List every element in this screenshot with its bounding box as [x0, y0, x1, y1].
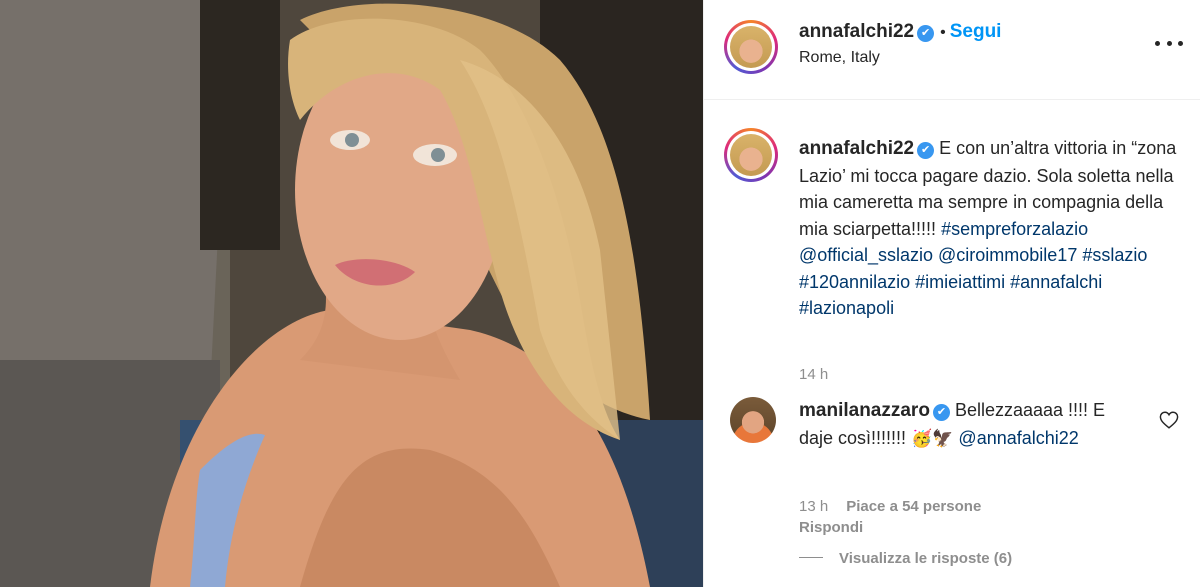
selfie-illustration [0, 0, 703, 587]
comment-meta: 13 h Piace a 54 persone [799, 498, 981, 515]
comment: manilanazzaro ✔ Bellezzaaaaa !!!! E daje … [799, 397, 1119, 452]
post-header: annafalchi22 ✔ • Segui Rome, Italy [704, 0, 1200, 100]
caption-avatar-image [730, 134, 772, 176]
view-replies-button[interactable]: Visualizza le risposte (6) [799, 550, 1012, 567]
verified-icon: ✔ [917, 142, 935, 159]
hashtag-link[interactable]: #120annilazio [799, 272, 910, 292]
comment-timestamp[interactable]: 13 h [799, 498, 828, 515]
commenter-avatar[interactable] [730, 397, 776, 443]
instagram-post: annafalchi22 ✔ • Segui Rome, Italy annafalc… [0, 0, 1200, 587]
author-username[interactable]: annafalchi22 [799, 21, 914, 42]
author-avatar-image [730, 26, 772, 68]
caption-timestamp[interactable]: 14 h [799, 366, 828, 383]
hashtag-link[interactable]: #imieiattimi [915, 272, 1005, 292]
mention-link[interactable]: @annafalchi22 [958, 428, 1078, 448]
verified-icon: ✔ [932, 404, 950, 421]
commenter-username[interactable]: manilanazzaro [799, 400, 930, 421]
author-avatar[interactable] [724, 20, 778, 74]
hashtag-link[interactable]: #lazionapoli [799, 298, 894, 318]
caption-avatar[interactable] [724, 128, 778, 182]
post-caption: annafalchi22 ✔ E con un’altra vittoria in… [799, 135, 1179, 322]
replies-divider-line [799, 557, 823, 558]
mention-link[interactable]: @official_sslazio [799, 245, 933, 265]
hashtag-link[interactable]: #annafalchi [1010, 272, 1102, 292]
follow-button[interactable]: Segui [950, 21, 1002, 42]
separator-dot: • [940, 24, 946, 41]
heart-icon[interactable] [1159, 411, 1179, 429]
post-photo[interactable] [0, 0, 703, 587]
more-options-icon[interactable] [1155, 38, 1183, 48]
author-line: annafalchi22 ✔ • Segui [799, 21, 1001, 43]
reply-button[interactable]: Rispondi [799, 519, 863, 536]
hashtag-link[interactable]: #sempreforzalazio [941, 219, 1088, 239]
caption-username[interactable]: annafalchi22 [799, 138, 914, 159]
view-replies-label: Visualizza le risposte (6) [839, 550, 1013, 567]
comment-emojis: 🥳🦅 [911, 428, 954, 449]
mention-link[interactable]: @ciroimmobile17 [938, 245, 1077, 265]
post-location[interactable]: Rome, Italy [799, 49, 880, 67]
hashtag-link[interactable]: #sslazio [1082, 245, 1147, 265]
comment-likes[interactable]: Piace a 54 persone [846, 498, 981, 515]
post-side-panel: annafalchi22 ✔ • Segui Rome, Italy annafalc… [703, 0, 1200, 587]
verified-icon: ✔ [917, 25, 935, 42]
